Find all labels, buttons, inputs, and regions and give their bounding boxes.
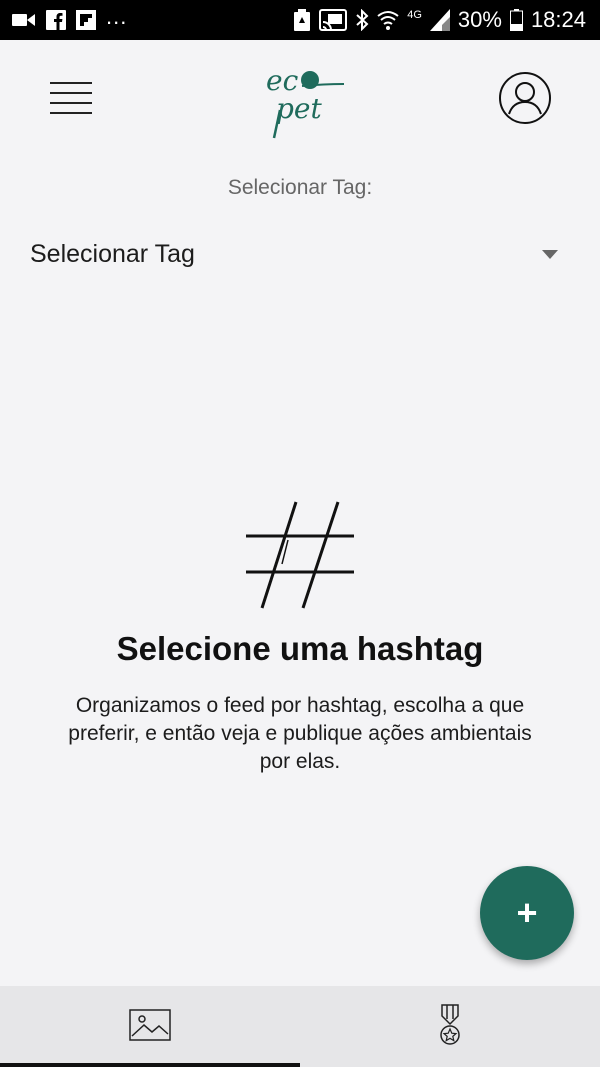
status-right: 4G 30% 18:24 (293, 7, 586, 33)
signal-icon (429, 9, 450, 31)
nav-ranking-tab[interactable] (300, 986, 600, 1063)
bluetooth-icon (356, 9, 369, 31)
plus-icon: + (516, 892, 538, 933)
nav-feed-tab[interactable] (0, 986, 300, 1063)
tag-select-value: Selecionar Tag (30, 240, 195, 268)
empty-state-description: Organizamos o feed por hashtag, escolha … (68, 694, 532, 773)
status-bar: ... 4G 30% 18:24 (0, 0, 600, 40)
status-left: ... (12, 4, 127, 30)
chevron-down-icon (542, 250, 558, 259)
battery-saver-icon (294, 9, 311, 31)
clock: 18:24 (530, 7, 586, 32)
add-post-button[interactable]: + (480, 866, 574, 960)
hamburger-menu-icon[interactable] (48, 78, 94, 118)
tag-select-dropdown[interactable]: Selecionar Tag (30, 232, 570, 280)
wifi-icon (377, 11, 399, 30)
video-icon (12, 14, 35, 26)
hashtag-icon (246, 501, 354, 609)
network-type: 4G (407, 9, 422, 21)
user-profile-icon[interactable] (498, 71, 552, 125)
eco-pet-logo: ec pet (266, 64, 345, 139)
active-tab-indicator (0, 1063, 300, 1067)
medal-icon (440, 1003, 460, 1045)
svg-text:pet: pet (276, 92, 322, 125)
empty-state-title: Selecione uma hashtag (116, 630, 484, 667)
battery-icon (509, 9, 523, 31)
battery-percent: 30% (457, 7, 502, 32)
app-header: ec pet (0, 40, 600, 158)
facebook-icon (46, 10, 66, 30)
tag-select-label: Selecionar Tag: (227, 176, 373, 199)
bottom-nav (0, 986, 600, 1067)
cast-icon (319, 9, 348, 31)
screen: ... 4G 30% 18:24 ec pet Selecionar Tag: … (0, 0, 600, 1067)
flipboard-icon (76, 10, 96, 30)
status-overflow: ... (106, 4, 128, 29)
image-icon (129, 1008, 171, 1041)
